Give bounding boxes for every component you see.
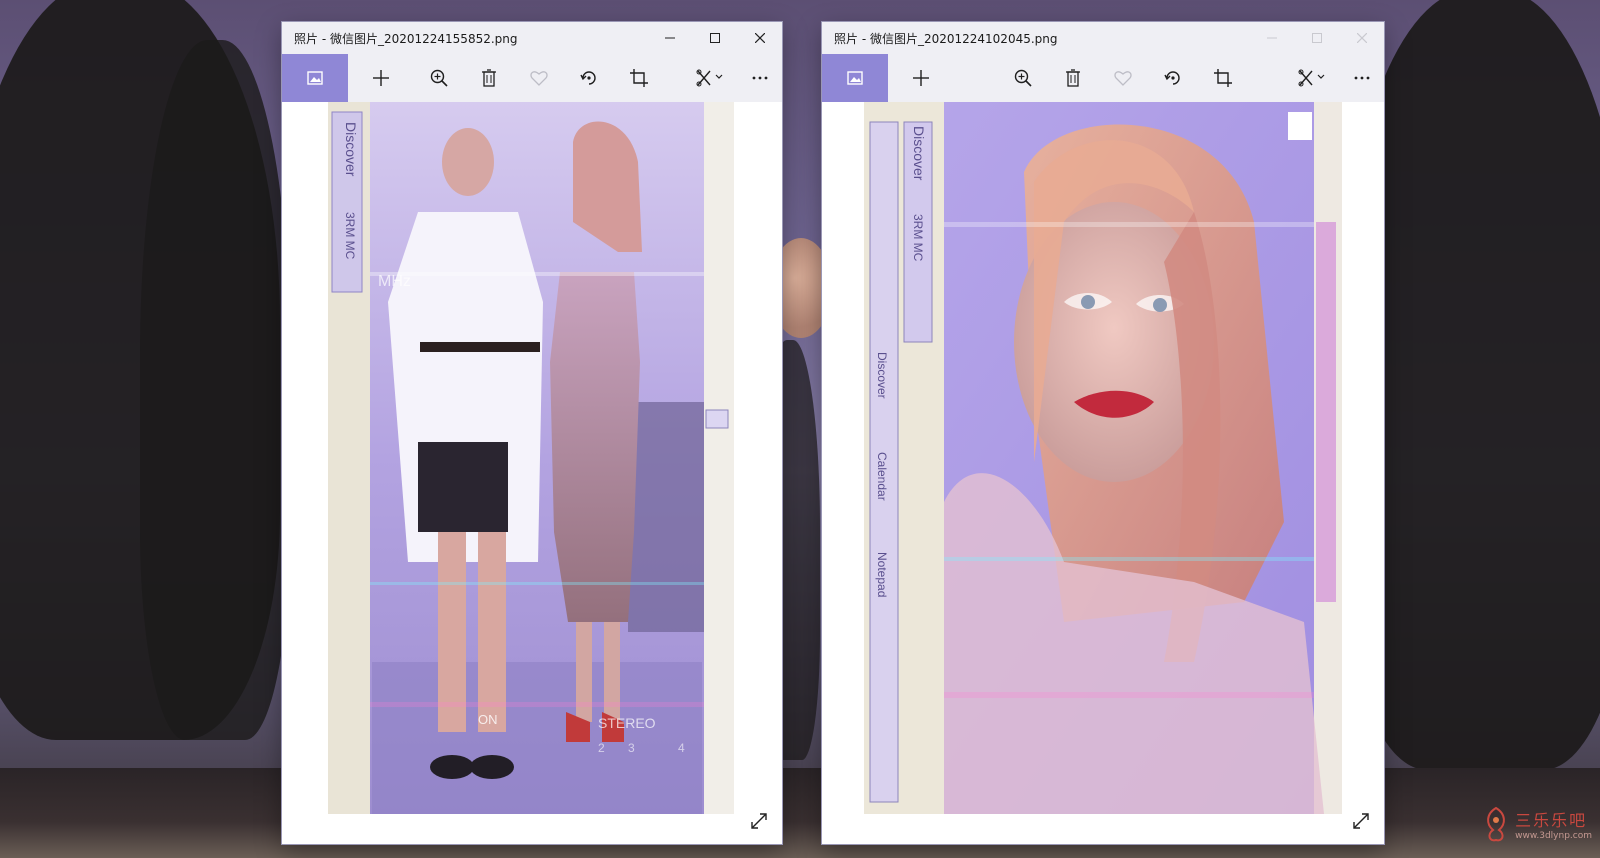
- add-icon: [373, 70, 389, 86]
- close-button[interactable]: [1339, 22, 1384, 54]
- more-button[interactable]: [1340, 54, 1384, 102]
- photo-text-track-3: 3: [628, 741, 635, 755]
- add-button[interactable]: [888, 54, 954, 102]
- delete-button[interactable]: [464, 54, 514, 102]
- photo-image: Discover 3RM MC MHz STEREO ON 2 3 4: [328, 102, 734, 814]
- more-button[interactable]: [738, 54, 782, 102]
- watermark-subtitle: www.3dlynp.com: [1515, 831, 1592, 841]
- title-bar[interactable]: 照片 - 微信图片_20201224102045.png: [822, 22, 1384, 54]
- photo-viewport[interactable]: Discover 3RM MC Discover Calendar Notepa…: [822, 102, 1384, 844]
- fullscreen-icon: [751, 813, 767, 829]
- photo-text-on: ON: [478, 712, 498, 727]
- rotate-button[interactable]: [1148, 54, 1198, 102]
- tree-silhouette-left-2: [140, 40, 290, 740]
- zoom-in-icon: [1014, 69, 1032, 87]
- title-bar[interactable]: 照片 - 微信图片_20201224155852.png: [282, 22, 782, 54]
- close-button[interactable]: [737, 22, 782, 54]
- photo-text-discover-2: Discover: [875, 352, 889, 399]
- photo-text-track-2: 2: [598, 741, 605, 755]
- rotate-icon: [580, 71, 596, 85]
- delete-button[interactable]: [1048, 54, 1098, 102]
- crop-button[interactable]: [1198, 54, 1248, 102]
- displayed-photo: Discover 3RM MC MHz STEREO ON 2 3 4: [328, 102, 734, 814]
- toolbar: [822, 54, 1384, 102]
- delete-icon: [482, 69, 496, 87]
- favorite-button[interactable]: [514, 54, 564, 102]
- minimize-button[interactable]: [647, 22, 692, 54]
- watermark: 三乐乐吧 www.3dlynp.com: [1462, 796, 1592, 852]
- close-icon: [1356, 33, 1367, 43]
- photos-window-1[interactable]: 照片 - 微信图片_20201224155852.png Discover 3R…: [282, 22, 782, 844]
- zoom-button[interactable]: [414, 54, 464, 102]
- see-all-photos-button[interactable]: [822, 54, 888, 102]
- photo-viewport[interactable]: Discover 3RM MC MHz STEREO ON 2 3 4: [282, 102, 782, 844]
- photo-text-discover: Discover: [343, 122, 359, 177]
- displayed-photo: Discover 3RM MC Discover Calendar Notepa…: [864, 102, 1342, 814]
- minimize-icon: [664, 37, 675, 39]
- more-icon: [1354, 76, 1370, 80]
- photo-text-track-4: 4: [678, 741, 685, 755]
- maximize-icon: [1311, 33, 1322, 43]
- see-all-photos-button[interactable]: [282, 54, 348, 102]
- fullscreen-icon: [1353, 813, 1369, 829]
- window-title: 照片 - 微信图片_20201224155852.png: [294, 31, 518, 46]
- zoom-in-icon: [430, 69, 448, 87]
- watermark-logo-icon: [1487, 806, 1505, 842]
- photo-image: Discover 3RM MC Discover Calendar Notepa…: [864, 102, 1342, 814]
- photo-text-3rm: 3RM MC: [911, 214, 925, 262]
- photos-window-2[interactable]: 照片 - 微信图片_20201224102045.png Discover 3R…: [822, 22, 1384, 844]
- favorite-button[interactable]: [1098, 54, 1148, 102]
- crop-icon: [1214, 69, 1232, 87]
- photo-text-calendar: Calendar: [875, 452, 889, 501]
- minimize-button[interactable]: [1249, 22, 1294, 54]
- more-icon: [752, 76, 768, 80]
- maximize-button[interactable]: [1294, 22, 1339, 54]
- delete-icon: [1066, 69, 1080, 87]
- edit-create-button[interactable]: [682, 54, 738, 102]
- zoom-button[interactable]: [998, 54, 1048, 102]
- fullscreen-button[interactable]: [748, 810, 770, 832]
- edit-create-icon: [696, 69, 723, 87]
- crop-button[interactable]: [614, 54, 664, 102]
- window-title: 照片 - 微信图片_20201224102045.png: [834, 31, 1058, 46]
- minimize-icon: [1266, 37, 1277, 39]
- edit-create-icon: [1298, 69, 1325, 87]
- edit-create-button[interactable]: [1284, 54, 1340, 102]
- toolbar: [282, 54, 782, 102]
- crop-icon: [630, 69, 648, 87]
- photo-text-mhz: MHz: [378, 273, 411, 290]
- fullscreen-button[interactable]: [1350, 810, 1372, 832]
- maximize-icon: [709, 33, 720, 43]
- add-icon: [913, 70, 929, 86]
- image-icon: [847, 71, 863, 85]
- favorite-icon: [530, 71, 548, 86]
- rotate-icon: [1164, 71, 1180, 85]
- add-button[interactable]: [348, 54, 414, 102]
- photo-text-discover: Discover: [911, 126, 927, 181]
- close-icon: [754, 33, 765, 43]
- photo-text-notepad: Notepad: [875, 552, 889, 597]
- maximize-button[interactable]: [692, 22, 737, 54]
- photo-text-3rm: 3RM MC: [343, 212, 357, 260]
- watermark-text: 三乐乐吧: [1515, 811, 1588, 830]
- image-icon: [307, 71, 323, 85]
- photo-text-stereo: STEREO: [598, 715, 656, 731]
- rotate-button[interactable]: [564, 54, 614, 102]
- favorite-icon: [1114, 71, 1132, 86]
